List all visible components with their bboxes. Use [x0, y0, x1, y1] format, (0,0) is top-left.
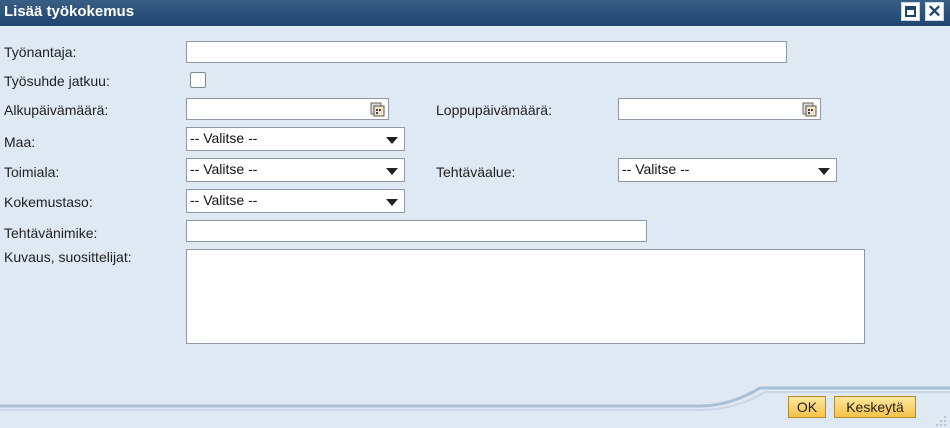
employer-label: Työnantaja: — [4, 44, 77, 60]
start-date-input[interactable] — [186, 98, 389, 120]
ok-button[interactable]: OK — [788, 396, 826, 418]
task-area-label: Tehtäväalue: — [436, 164, 516, 180]
end-date-input[interactable] — [618, 98, 821, 120]
maximize-icon[interactable] — [901, 2, 920, 21]
description-textarea[interactable] — [186, 249, 865, 344]
chevron-down-icon — [386, 168, 398, 175]
dialog-titlebar: Lisää työkokemus ✕ — [0, 0, 950, 26]
task-area-select-value: -- Valitse -- — [622, 161, 690, 177]
employer-input[interactable] — [186, 41, 787, 63]
experience-label: Kokemustaso: — [4, 194, 93, 210]
chevron-down-icon — [386, 137, 398, 144]
ongoing-checkbox[interactable] — [190, 72, 206, 88]
ongoing-label: Työsuhde jatkuu: — [4, 73, 110, 89]
close-icon[interactable]: ✕ — [925, 2, 944, 21]
country-select[interactable]: -- Valitse -- — [186, 127, 405, 151]
job-title-input[interactable] — [186, 220, 647, 242]
industry-select-value: -- Valitse -- — [190, 161, 258, 177]
calendar-icon[interactable] — [802, 102, 817, 117]
chevron-down-icon — [386, 199, 398, 206]
industry-select[interactable]: -- Valitse -- — [186, 158, 405, 182]
job-title-label: Tehtävänimike: — [4, 225, 98, 241]
country-label: Maa: — [4, 134, 36, 150]
chevron-down-icon — [818, 168, 830, 175]
experience-select-value: -- Valitse -- — [190, 192, 258, 208]
task-area-select[interactable]: -- Valitse -- — [618, 158, 837, 182]
calendar-icon[interactable] — [370, 102, 385, 117]
experience-select[interactable]: -- Valitse -- — [186, 189, 405, 213]
dialog-title: Lisää työkokemus — [4, 3, 135, 20]
start-date-label: Alkupäivämäärä: — [4, 102, 109, 118]
industry-label: Toimiala: — [4, 164, 60, 180]
description-label: Kuvaus, suosittelijat: — [4, 249, 132, 265]
end-date-label: Loppupäivämäärä: — [436, 102, 552, 118]
cancel-button[interactable]: Keskeytä — [834, 396, 916, 418]
country-select-value: -- Valitse -- — [190, 130, 258, 146]
